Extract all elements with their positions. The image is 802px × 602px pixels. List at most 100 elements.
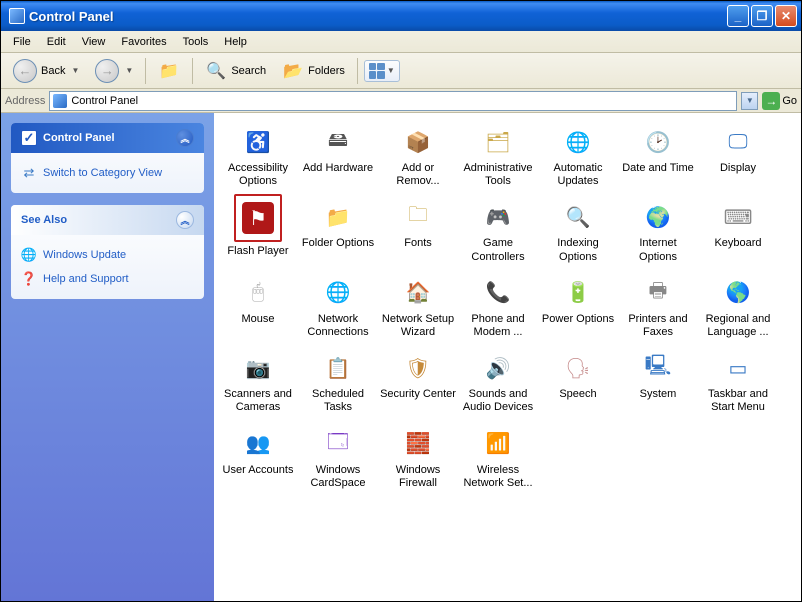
- folders-button[interactable]: 📂 Folders: [276, 58, 351, 84]
- menu-view[interactable]: View: [74, 34, 114, 50]
- switch-category-view-link[interactable]: ⇄ Switch to Category View: [21, 161, 194, 185]
- cp-item-wireless-network-set[interactable]: 📶 Wireless Network Set...: [458, 423, 538, 494]
- cp-item-add-hardware[interactable]: 🖴Add Hardware: [298, 121, 378, 192]
- cp-item-label: Administrative Tools: [460, 162, 536, 188]
- cp-item-label: Accessibility Options: [220, 162, 296, 188]
- help-and-support-link[interactable]: ❓ Help and Support: [21, 267, 194, 291]
- window-buttons: _ ❐ ✕: [727, 5, 797, 27]
- cp-item-security-center[interactable]: 🛡Security Center: [378, 347, 458, 418]
- cp-item-label: Printers and Faxes: [620, 313, 696, 339]
- cp-item-date-and-time[interactable]: 🕑Date and Time: [618, 121, 698, 192]
- forward-button[interactable]: → ▼: [89, 57, 139, 85]
- views-button[interactable]: ▼: [364, 60, 400, 82]
- cp-item-add-or-remov[interactable]: 📦Add or Remov...: [378, 121, 458, 192]
- search-button[interactable]: 🔍 Search: [199, 58, 272, 84]
- panel-header-see-also[interactable]: See Also ︽: [11, 205, 204, 235]
- cp-item-phone-and-modem[interactable]: 📞Phone and Modem ...: [458, 272, 538, 343]
- address-input[interactable]: Control Panel: [49, 91, 737, 111]
- cp-item-icon: 🖱: [241, 276, 275, 310]
- cp-item-display[interactable]: 🖵Display: [698, 121, 778, 192]
- link-label: Switch to Category View: [43, 167, 162, 179]
- panel-header-control-panel[interactable]: ✓ Control Panel ︽: [11, 123, 204, 153]
- cp-item-label: Mouse: [241, 313, 274, 326]
- cp-item-icon: 👥: [241, 427, 275, 461]
- back-label: Back: [41, 65, 65, 77]
- cp-item-label: Taskbar and Start Menu: [700, 388, 776, 414]
- cp-item-regional-and-language[interactable]: 🌎Regional and Language ...: [698, 272, 778, 343]
- cp-item-windows-firewall[interactable]: 🧱Windows Firewall: [378, 423, 458, 494]
- address-dropdown-button[interactable]: ▼: [741, 92, 758, 110]
- cp-item-label: Keyboard: [714, 237, 761, 250]
- up-button[interactable]: 📁: [152, 58, 186, 84]
- menu-file[interactable]: File: [5, 34, 39, 50]
- cp-item-network-setup-wizard[interactable]: 🏠Network Setup Wizard: [378, 272, 458, 343]
- cp-item-label: System: [640, 388, 677, 401]
- folders-label: Folders: [308, 65, 345, 77]
- go-button[interactable]: → Go: [762, 92, 797, 110]
- cp-item-label: Internet Options: [620, 237, 696, 263]
- cp-item-icon: 📶: [481, 427, 515, 461]
- cp-item-folder-options[interactable]: 📁Folder Options: [298, 196, 378, 267]
- cp-item-sounds-and-audio-devices[interactable]: 🔊Sounds and Audio Devices: [458, 347, 538, 418]
- cp-item-icon: 📦: [401, 125, 435, 159]
- windows-update-link[interactable]: 🌐 Windows Update: [21, 243, 194, 267]
- cp-item-speech[interactable]: 🗣Speech: [538, 347, 618, 418]
- cp-item-user-accounts[interactable]: 👥User Accounts: [218, 423, 298, 494]
- cp-item-label: Network Connections: [300, 313, 376, 339]
- cp-item-accessibility-options[interactable]: ♿Accessibility Options: [218, 121, 298, 192]
- cp-item-flash-player[interactable]: ⚑Flash Player: [218, 196, 298, 267]
- cp-item-label: Phone and Modem ...: [460, 313, 536, 339]
- panel-title: See Also: [21, 214, 67, 226]
- cp-item-indexing-options[interactable]: 🔍Indexing Options: [538, 196, 618, 267]
- cp-item-icon: 🌐: [321, 276, 355, 310]
- cp-item-label: Folder Options: [302, 237, 374, 250]
- cp-item-windows-cardspace[interactable]: 🗔Windows CardSpace: [298, 423, 378, 494]
- cp-item-scheduled-tasks[interactable]: 📋Scheduled Tasks: [298, 347, 378, 418]
- cp-item-label: Add Hardware: [303, 162, 373, 175]
- cp-item-icon: 📋: [321, 351, 355, 385]
- search-icon: 🔍: [205, 60, 227, 82]
- cp-item-label: Security Center: [380, 388, 456, 401]
- cp-item-power-options[interactable]: 🔋Power Options: [538, 272, 618, 343]
- cp-item-fonts[interactable]: 🗀Fonts: [378, 196, 458, 267]
- cp-item-scanners-and-cameras[interactable]: 📷Scanners and Cameras: [218, 347, 298, 418]
- back-button[interactable]: ← Back ▼: [7, 57, 85, 85]
- panel-body: ⇄ Switch to Category View: [11, 153, 204, 193]
- cp-item-label: Windows CardSpace: [300, 464, 376, 490]
- cp-item-system[interactable]: 🖳System: [618, 347, 698, 418]
- cp-item-printers-and-faxes[interactable]: 🖶Printers and Faxes: [618, 272, 698, 343]
- menu-edit[interactable]: Edit: [39, 34, 74, 50]
- cp-item-label: Game Controllers: [460, 237, 536, 263]
- toolbar: ← Back ▼ → ▼ 📁 🔍 Search 📂 Folders ▼: [1, 53, 801, 89]
- forward-dropdown-icon: ▼: [125, 66, 133, 75]
- cp-item-game-controllers[interactable]: 🎮 Game Controllers: [458, 196, 538, 267]
- address-bar: Address Control Panel ▼ → Go: [1, 89, 801, 113]
- forward-arrow-icon: →: [95, 59, 119, 83]
- cp-item-network-connections[interactable]: 🌐 Network Connections: [298, 272, 378, 343]
- cp-item-icon: ⌨: [721, 200, 755, 234]
- minimize-button[interactable]: _: [727, 5, 749, 27]
- control-panel-icon: [53, 94, 67, 108]
- cp-item-icon: 🗣: [561, 351, 595, 385]
- window-icon: [9, 8, 25, 24]
- menu-help[interactable]: Help: [216, 34, 255, 50]
- menu-tools[interactable]: Tools: [175, 34, 217, 50]
- cp-item-keyboard[interactable]: ⌨ Keyboard: [698, 196, 778, 267]
- close-button[interactable]: ✕: [775, 5, 797, 27]
- cp-item-icon: 🎮: [481, 200, 515, 234]
- cp-item-automatic-updates[interactable]: 🌐Automatic Updates: [538, 121, 618, 192]
- maximize-button[interactable]: ❐: [751, 5, 773, 27]
- cp-item-icon: 🔋: [561, 276, 595, 310]
- windows-logo-icon: [773, 33, 797, 51]
- cp-item-administrative-tools[interactable]: 🗂Administrative Tools: [458, 121, 538, 192]
- panel-title: Control Panel: [43, 132, 115, 144]
- cp-item-mouse[interactable]: 🖱 Mouse: [218, 272, 298, 343]
- cp-item-label: Automatic Updates: [540, 162, 616, 188]
- link-label: Windows Update: [43, 249, 126, 261]
- menu-favorites[interactable]: Favorites: [113, 34, 174, 50]
- cp-item-taskbar-and-start-menu[interactable]: ▭Taskbar and Start Menu: [698, 347, 778, 418]
- cp-item-label: Regional and Language ...: [700, 313, 776, 339]
- cp-item-internet-options[interactable]: 🌍Internet Options: [618, 196, 698, 267]
- cp-item-label: Network Setup Wizard: [380, 313, 456, 339]
- cp-item-label: Wireless Network Set...: [460, 464, 536, 490]
